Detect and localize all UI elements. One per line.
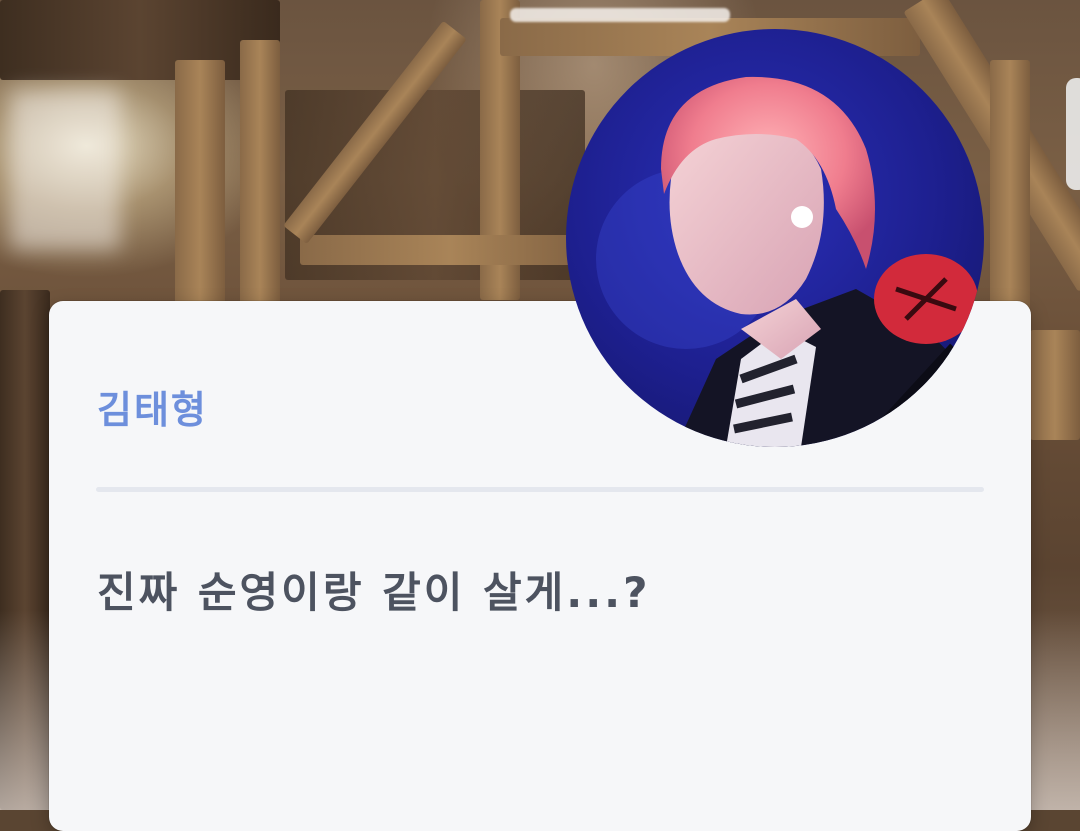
profile-name: 김태형 (97, 388, 208, 432)
avatar-photo-icon (596, 76, 984, 447)
divider (96, 487, 984, 492)
scrollbar-handle[interactable] (1066, 78, 1080, 190)
avatar[interactable] (566, 29, 984, 447)
profile-message: 진짜 순영이랑 같이 살게...? (97, 568, 651, 617)
